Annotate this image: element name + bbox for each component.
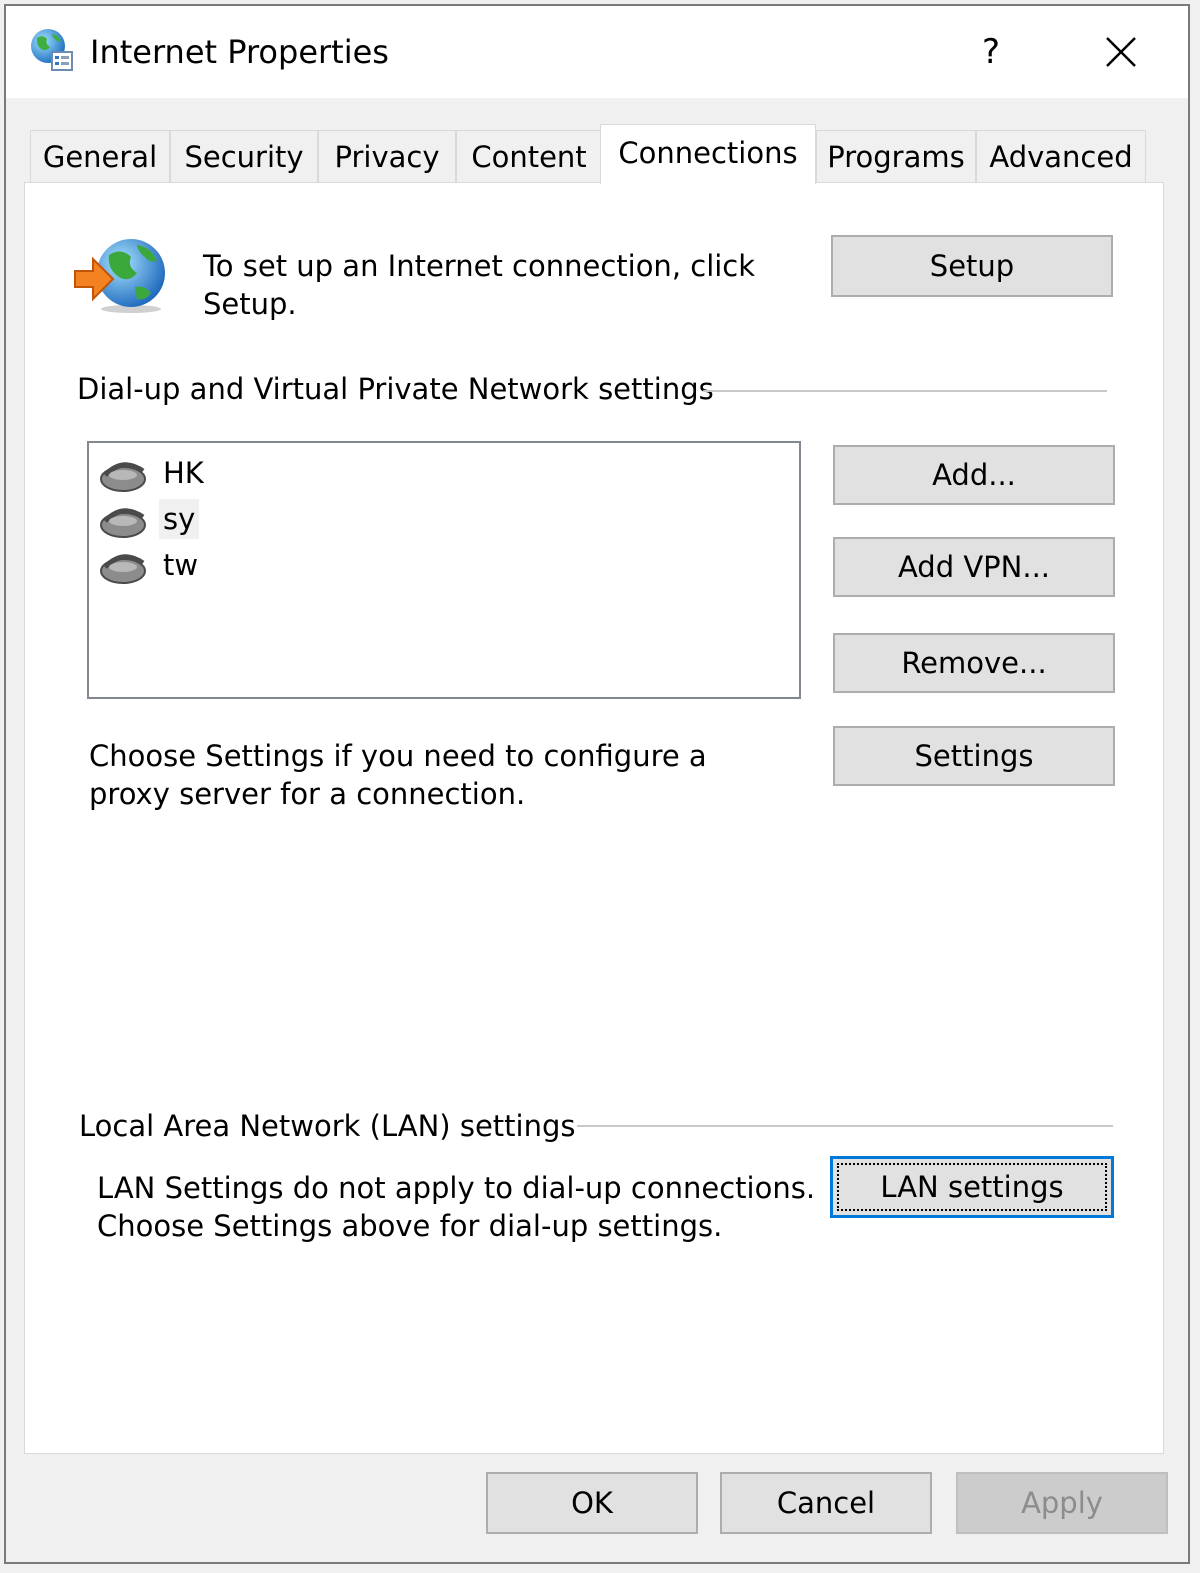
lan-settings-description: LAN Settings do not apply to dial-up con… bbox=[97, 1171, 816, 1243]
lan-settings-button[interactable]: LAN settings bbox=[830, 1156, 1114, 1218]
internet-connection-globe-icon bbox=[74, 239, 165, 313]
window-title: Internet Properties bbox=[90, 33, 389, 71]
tab-connections[interactable]: Connections bbox=[600, 124, 816, 184]
tab-general[interactable]: General bbox=[30, 130, 170, 182]
dialup-connection-icon bbox=[100, 554, 146, 584]
lan-settings-heading: Local Area Network (LAN) settings bbox=[79, 1109, 576, 1143]
connections-list[interactable]: HK sy tw bbox=[87, 441, 801, 699]
tab-advanced[interactable]: Advanced bbox=[976, 130, 1146, 182]
setup-button[interactable]: Setup bbox=[831, 235, 1113, 297]
tab-content[interactable]: Content bbox=[456, 130, 602, 182]
apply-button[interactable]: Apply bbox=[956, 1472, 1168, 1534]
tab-security[interactable]: Security bbox=[170, 130, 318, 182]
dialup-group-divider bbox=[703, 390, 1107, 392]
help-button[interactable]: ? bbox=[956, 24, 1026, 80]
ok-button[interactable]: OK bbox=[486, 1472, 698, 1534]
tab-programs[interactable]: Programs bbox=[816, 130, 976, 182]
lan-group-divider bbox=[577, 1125, 1113, 1127]
tab-privacy[interactable]: Privacy bbox=[318, 130, 456, 182]
title-bar[interactable]: Internet Properties ? bbox=[6, 6, 1188, 98]
dialup-connection-icon bbox=[100, 508, 146, 538]
remove-connection-button[interactable]: Remove... bbox=[833, 633, 1115, 693]
settings-button[interactable]: Settings bbox=[833, 726, 1115, 786]
connections-panel: To set up an Internet connection, click … bbox=[24, 182, 1164, 1454]
add-vpn-button[interactable]: Add VPN... bbox=[833, 537, 1115, 597]
close-icon[interactable] bbox=[1086, 24, 1156, 80]
connection-name: tw bbox=[163, 548, 199, 582]
setup-description: To set up an Internet connection, click … bbox=[203, 249, 756, 321]
internet-properties-dialog: Internet Properties ? General Security P… bbox=[4, 4, 1190, 1564]
cancel-button[interactable]: Cancel bbox=[720, 1472, 932, 1534]
proxy-settings-description: Choose Settings if you need to configure… bbox=[89, 739, 707, 811]
add-connection-button[interactable]: Add... bbox=[833, 445, 1115, 505]
dialup-connection-icon bbox=[100, 462, 146, 492]
connection-name: HK bbox=[163, 456, 204, 490]
focus-rectangle bbox=[837, 1163, 1107, 1211]
internet-options-icon bbox=[31, 29, 73, 71]
dialup-vpn-heading: Dial-up and Virtual Private Network sett… bbox=[77, 372, 714, 406]
connection-name: sy bbox=[159, 499, 200, 539]
